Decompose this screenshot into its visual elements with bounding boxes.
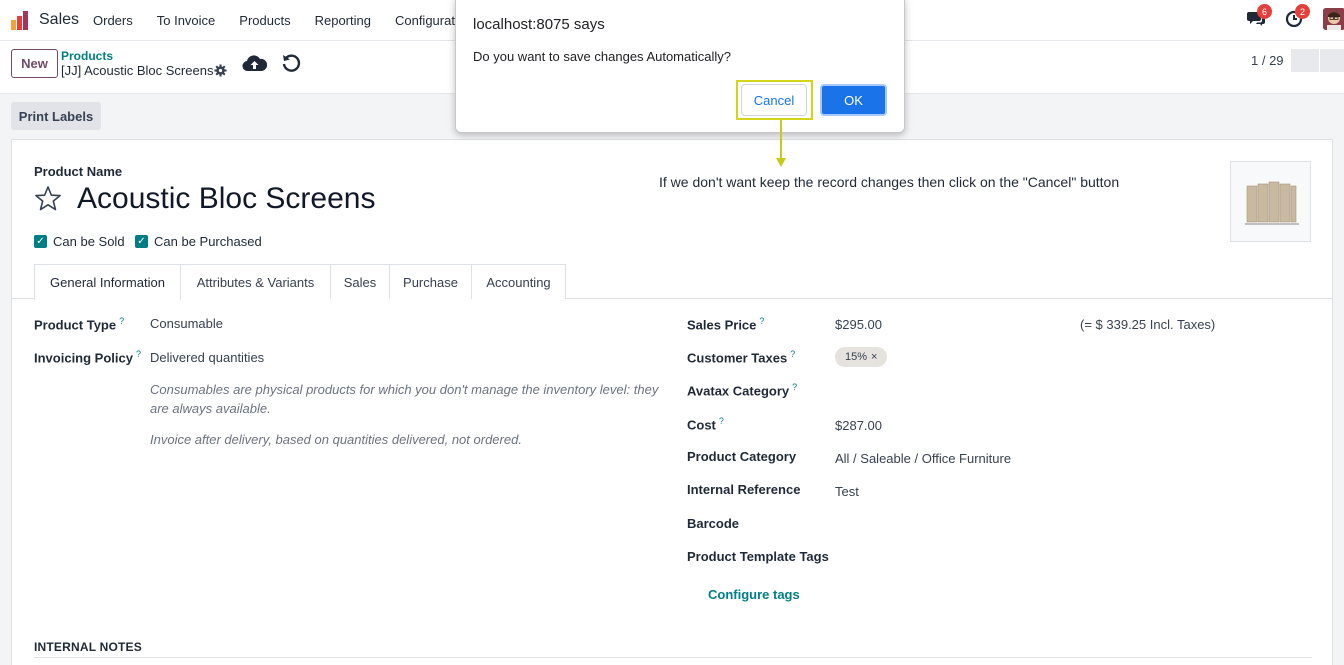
navbar-systray: 6 2 xyxy=(1247,4,1344,30)
avatax-category-label-text: Avatax Category xyxy=(687,383,790,399)
can-be-sold-label: Can be Sold xyxy=(53,234,125,249)
can-be-purchased-label: Can be Purchased xyxy=(154,234,262,249)
star-icon[interactable] xyxy=(34,185,62,213)
internal-reference-label: Internal Reference xyxy=(687,482,801,497)
invoicing-policy-label: Invoicing Policy? xyxy=(34,349,141,365)
remove-tag-icon[interactable]: × xyxy=(871,351,877,363)
invoicing-policy-field[interactable]: Delivered quantities xyxy=(150,350,264,365)
product-image[interactable] xyxy=(1230,161,1311,242)
tab-purchase[interactable]: Purchase xyxy=(389,264,472,299)
product-name-input[interactable]: Acoustic Bloc Screens xyxy=(77,182,375,216)
help-icon[interactable]: ? xyxy=(792,382,797,392)
menu-orders[interactable]: Orders xyxy=(93,13,133,28)
customer-taxes-label-text: Customer Taxes xyxy=(687,350,788,366)
help-icon[interactable]: ? xyxy=(136,349,141,359)
checkmark-icon: ✓ xyxy=(135,235,148,248)
browser-confirm-dialog: localhost:8075 says Do you want to save … xyxy=(455,0,905,133)
product-form-sheet: Product Name Acoustic Bloc Screens ✓ Can… xyxy=(11,139,1333,665)
messages-button[interactable]: 6 xyxy=(1247,4,1272,29)
barcode-label: Barcode xyxy=(687,516,740,531)
menu-reporting[interactable]: Reporting xyxy=(315,13,371,28)
pager-next-button[interactable] xyxy=(1320,49,1344,72)
annotation-text: If we don't want keep the record changes… xyxy=(659,174,1120,190)
annotation-arrow-head xyxy=(776,158,786,167)
dialog-ok-button[interactable]: OK xyxy=(820,84,887,116)
breadcrumb-products[interactable]: Products xyxy=(61,49,113,63)
pager-previous-button[interactable] xyxy=(1291,49,1319,72)
avatax-category-label: Avatax Category? xyxy=(687,382,797,398)
product-type-label: Product Type? xyxy=(34,316,124,332)
product-category-label: Product Category xyxy=(687,449,797,464)
cloud-upload-icon[interactable] xyxy=(242,53,267,73)
user-avatar[interactable] xyxy=(1323,8,1344,30)
tab-accounting[interactable]: Accounting xyxy=(471,264,566,299)
activities-badge: 2 xyxy=(1295,4,1310,19)
pager-value[interactable]: 1 / 29 xyxy=(1251,53,1284,68)
print-labels-button[interactable]: Print Labels xyxy=(11,102,101,130)
help-icon[interactable]: ? xyxy=(119,316,124,326)
annotation-arrow-line xyxy=(780,120,782,160)
help-icon[interactable]: ? xyxy=(719,416,724,426)
cancel-highlight-box xyxy=(736,80,813,120)
checkmark-icon: ✓ xyxy=(34,235,47,248)
main-menu: Orders To Invoice Products Reporting Con… xyxy=(93,13,496,28)
customer-taxes-label: Customer Taxes? xyxy=(687,349,795,365)
invoicing-policy-label-text: Invoicing Policy xyxy=(34,350,133,366)
gear-icon[interactable] xyxy=(214,64,227,77)
cost-label: Cost? xyxy=(687,416,724,432)
can-be-purchased-checkbox[interactable]: ✓ Can be Purchased xyxy=(135,234,262,249)
product-type-label-text: Product Type xyxy=(34,317,117,333)
product-name-label: Product Name xyxy=(34,164,123,179)
cost-field[interactable]: $287.00 xyxy=(835,418,882,433)
internal-reference-field[interactable]: Test xyxy=(835,484,859,499)
incl-taxes-amount: (= $ 339.25 Incl. Taxes) xyxy=(1080,317,1216,332)
app-name[interactable]: Sales xyxy=(39,11,79,29)
tax-tag-label: 15% xyxy=(845,351,868,363)
product-template-tags-label: Product Template Tags xyxy=(687,549,829,564)
sales-app-icon[interactable] xyxy=(10,9,32,31)
product-type-help: Consumables are physical products for wh… xyxy=(150,382,659,416)
can-be-sold-checkbox[interactable]: ✓ Can be Sold xyxy=(34,234,125,249)
internal-notes-heading: INTERNAL NOTES xyxy=(34,640,142,654)
activities-button[interactable]: 2 xyxy=(1285,4,1310,29)
discard-icon[interactable] xyxy=(281,53,302,74)
messages-badge: 6 xyxy=(1257,4,1272,19)
help-icon[interactable]: ? xyxy=(759,316,764,326)
tab-attributes-variants[interactable]: Attributes & Variants xyxy=(180,264,331,299)
dialog-title: localhost:8075 says xyxy=(473,16,605,33)
new-button[interactable]: New xyxy=(11,49,58,78)
product-category-field[interactable]: All / Saleable / Office Furniture xyxy=(835,451,1011,466)
invoicing-policy-help: Invoice after delivery, based on quantit… xyxy=(150,432,522,447)
tax-tag[interactable]: 15% × xyxy=(835,347,888,367)
help-icon[interactable]: ? xyxy=(790,349,795,359)
breadcrumb-current: [JJ] Acoustic Bloc Screens xyxy=(61,63,214,78)
divider xyxy=(34,657,1312,658)
notebook-tabs: General Information Attributes & Variant… xyxy=(12,264,1332,300)
sales-price-label-text: Sales Price xyxy=(687,317,757,333)
tab-general-information[interactable]: General Information xyxy=(34,264,181,300)
cost-label-text: Cost xyxy=(687,417,716,433)
tab-sales[interactable]: Sales xyxy=(330,264,390,299)
dialog-message: Do you want to save changes Automaticall… xyxy=(473,49,731,64)
menu-to-invoice[interactable]: To Invoice xyxy=(157,13,216,28)
menu-products[interactable]: Products xyxy=(239,13,290,28)
product-type-field[interactable]: Consumable xyxy=(150,316,223,331)
sales-price-label: Sales Price? xyxy=(687,316,764,332)
sales-price-field[interactable]: $295.00 xyxy=(835,317,882,332)
configure-tags-link[interactable]: Configure tags xyxy=(708,587,800,602)
